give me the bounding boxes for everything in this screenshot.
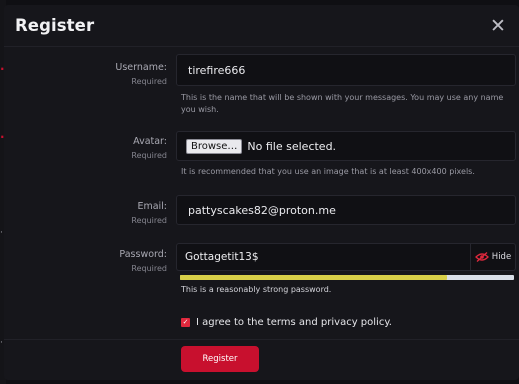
username-required: Required [131, 77, 167, 86]
email-input[interactable]: pattyscakes82@proton.me [176, 195, 516, 225]
file-status: No file selected. [247, 139, 337, 153]
register-modal: Register ✕ Username: Required tirefire66… [4, 5, 519, 380]
avatar-hint: It is recommended that you use an image … [181, 167, 475, 176]
terms-checkbox[interactable]: ✓ [181, 318, 190, 327]
terms-row: ✓ I agree to the terms and privacy polic… [181, 317, 392, 328]
username-hint: This is the name that will be shown with… [181, 93, 504, 114]
email-label: Email: [137, 201, 167, 212]
avatar-required: Required [131, 151, 167, 160]
password-wrapper: Gottagetit13$ Hide [176, 243, 516, 271]
terms-label[interactable]: I agree to the terms and privacy policy. [196, 317, 392, 328]
email-label-group: Email: Required [131, 200, 167, 227]
password-strength-meter [180, 275, 514, 280]
register-button[interactable]: Register [181, 346, 259, 372]
hide-password-button[interactable]: Hide [470, 243, 516, 271]
backdrop-fragment: · [0, 228, 3, 238]
password-label: Password: [119, 249, 167, 260]
username-field-group: tirefire666 This is the name that will b… [176, 54, 516, 116]
avatar-file-input: Browse… No file selected. [176, 131, 516, 161]
hide-label: Hide [491, 252, 512, 262]
close-icon[interactable]: ✕ [489, 15, 507, 37]
email-field-group: pattyscakes82@proton.me [176, 195, 516, 225]
avatar-field-group: Browse… No file selected. It is recommen… [176, 131, 516, 178]
password-required: Required [131, 264, 167, 273]
browse-button[interactable]: Browse… [186, 138, 243, 154]
form-submit-row: Register [4, 339, 519, 380]
modal-title: Register [15, 16, 95, 35]
password-strength-fill [180, 275, 448, 280]
eye-slash-icon [474, 252, 489, 262]
password-input[interactable]: Gottagetit13$ [176, 243, 470, 271]
username-input[interactable]: tirefire666 [176, 54, 516, 86]
modal-header: Register ✕ [4, 5, 519, 47]
username-label-group: Username: Required [115, 61, 167, 88]
backdrop-fragment: · [0, 338, 3, 348]
password-strength-text: This is a reasonably strong password. [181, 285, 332, 294]
email-required: Required [131, 216, 167, 225]
password-label-group: Password: Required [119, 248, 167, 275]
username-label: Username: [115, 62, 167, 73]
password-field-group: Gottagetit13$ Hide This is a reasonably … [176, 243, 516, 294]
avatar-label-group: Avatar: Required [131, 135, 167, 162]
avatar-label: Avatar: [133, 136, 167, 147]
